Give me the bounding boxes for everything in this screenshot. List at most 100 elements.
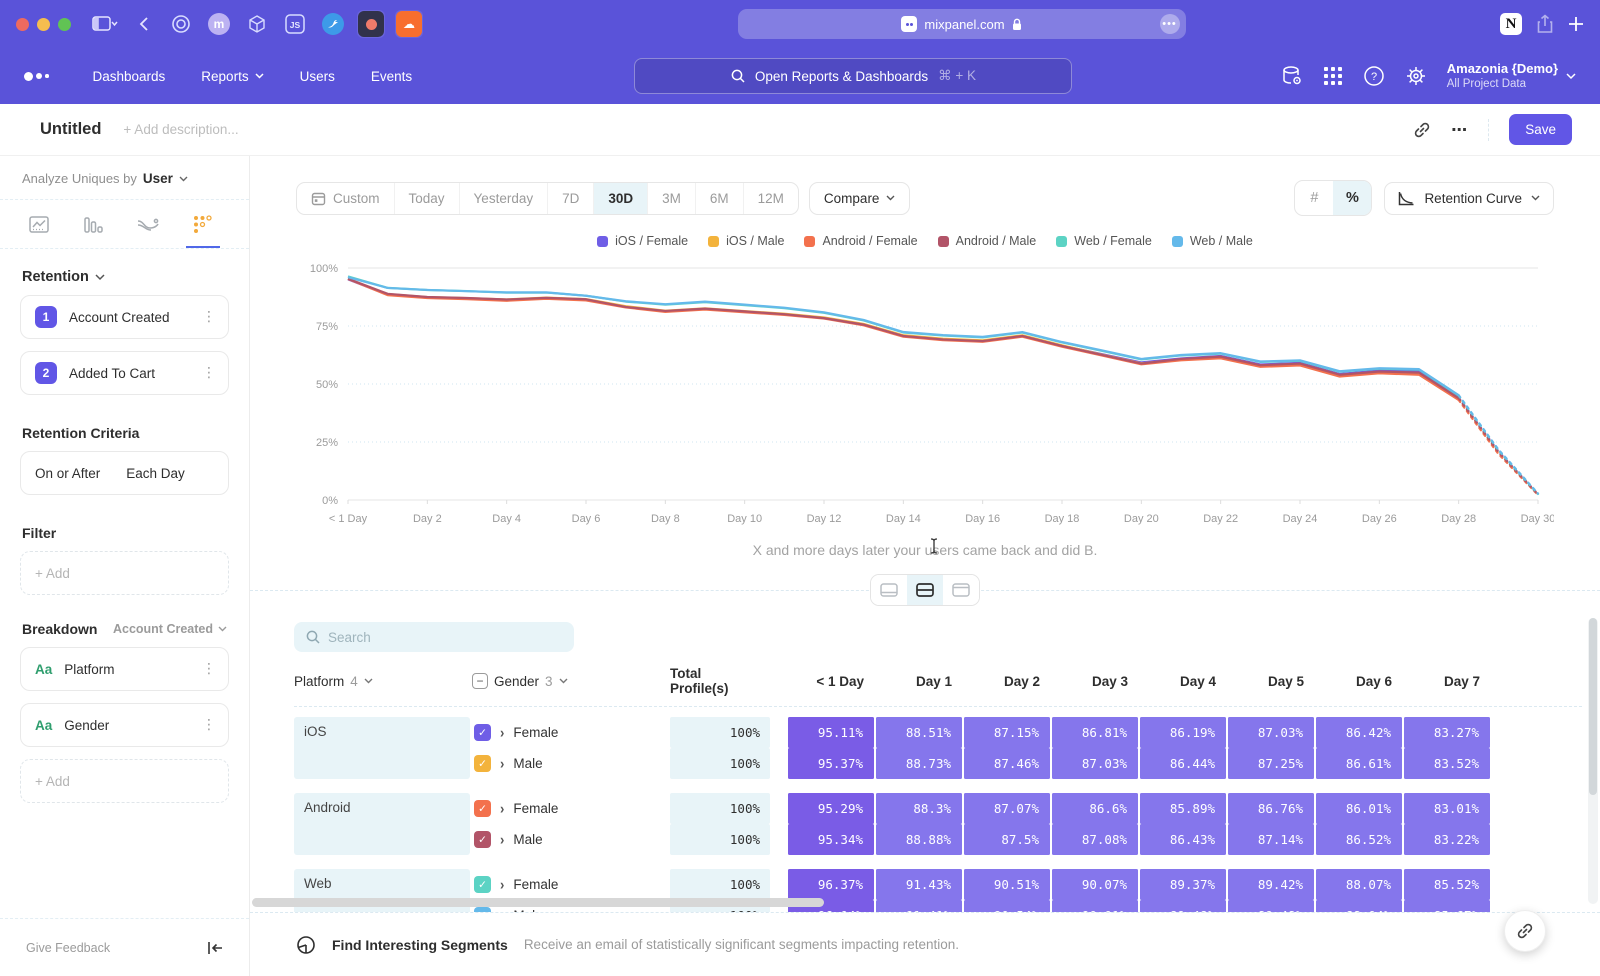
retention-value-cell[interactable]: 87.08% [1052, 824, 1138, 855]
retention-value-cell[interactable]: 86.61% [1316, 748, 1402, 779]
range-3m[interactable]: 3M [647, 183, 695, 214]
retention-value-cell[interactable]: 87.14% [1228, 824, 1314, 855]
horizontal-scrollbar[interactable] [252, 898, 824, 907]
address-bar[interactable]: mixpanel.com ••• [738, 9, 1186, 39]
step-menu-icon[interactable]: ⋮ [202, 370, 216, 376]
maximize-window-button[interactable] [58, 18, 71, 31]
retention-value-cell[interactable]: 87.03% [1052, 748, 1138, 779]
help-icon[interactable]: ? [1363, 65, 1385, 87]
retention-value-cell[interactable]: 89.42% [1228, 869, 1314, 900]
legend-item[interactable]: Android / Male [938, 234, 1037, 248]
column-header-day-2[interactable]: Day 2 [964, 674, 1050, 689]
close-window-button[interactable] [16, 18, 29, 31]
breakdown-menu-icon[interactable]: ⋮ [202, 722, 216, 728]
compare-button[interactable]: Compare [809, 182, 911, 215]
legend-item[interactable]: iOS / Male [708, 234, 784, 248]
gender-row-ios-female[interactable]: ✓›Female [472, 717, 668, 748]
give-feedback-link[interactable]: Give Feedback [26, 941, 110, 955]
retention-value-cell[interactable]: 90.07% [1052, 869, 1138, 900]
retention-value-cell[interactable]: 87.03% [1228, 717, 1314, 748]
retention-step-1[interactable]: 1 Account Created ⋮ [20, 295, 229, 339]
range-yesterday[interactable]: Yesterday [459, 183, 548, 214]
data-management-icon[interactable] [1281, 65, 1303, 87]
retention-value-cell[interactable]: 86.42% [1316, 717, 1402, 748]
vertical-scrollbar[interactable] [1588, 618, 1598, 904]
column-header-day-0[interactable]: < 1 Day [788, 674, 874, 689]
layout-chart-only-button[interactable] [871, 575, 907, 605]
retention-value-cell[interactable]: 95.11% [788, 717, 874, 748]
retention-value-cell[interactable]: 86.44% [1140, 748, 1226, 779]
expand-row-icon[interactable]: › [500, 755, 504, 772]
share-icon[interactable] [1536, 14, 1554, 34]
gender-row-web-female[interactable]: ✓›Female [472, 869, 668, 900]
legend-item[interactable]: iOS / Female [597, 234, 688, 248]
breakdown-event-selector[interactable]: Account Created [113, 622, 227, 636]
range-7d[interactable]: 7D [547, 183, 593, 214]
gender-row-android-male[interactable]: ✓›Male [472, 824, 668, 855]
segments-title[interactable]: Find Interesting Segments [332, 937, 508, 953]
nav-events[interactable]: Events [357, 61, 426, 92]
bird-extension-icon[interactable] [319, 10, 347, 38]
retention-chart[interactable]: 100%75%50%25%0%< 1 DayDay 2Day 4Day 6Day… [250, 250, 1600, 534]
retention-value-cell[interactable]: 95.37% [788, 748, 874, 779]
window-controls[interactable] [16, 18, 71, 31]
series-checkbox[interactable]: ✓ [474, 724, 491, 741]
retention-value-cell[interactable]: 83.01% [1404, 793, 1490, 824]
retention-value-cell[interactable]: 85.67% [1404, 900, 1490, 912]
expand-row-icon[interactable]: › [500, 831, 504, 848]
retention-value-cell[interactable]: 89.37% [1140, 869, 1226, 900]
retention-value-cell[interactable]: 83.52% [1404, 748, 1490, 779]
step-event-name[interactable]: Account Created [69, 310, 190, 325]
retention-section-header[interactable]: Retention [0, 249, 249, 295]
tab-retention[interactable] [186, 210, 220, 248]
legend-item[interactable]: Web / Male [1172, 234, 1253, 248]
retention-value-cell[interactable]: 88.88% [876, 824, 962, 855]
add-breakdown-button[interactable]: + Add [20, 759, 229, 803]
cube-extension-icon[interactable] [243, 10, 271, 38]
gender-row-android-female[interactable]: ✓›Female [472, 793, 668, 824]
tab-funnels[interactable] [76, 210, 110, 248]
breakdown-gender[interactable]: Aa Gender ⋮ [20, 703, 229, 747]
retention-value-cell[interactable]: 87.07% [964, 793, 1050, 824]
add-filter-button[interactable]: + Add [20, 551, 229, 595]
expand-row-icon[interactable]: › [500, 724, 504, 741]
retention-value-cell[interactable]: 86.52% [1316, 824, 1402, 855]
retention-value-cell[interactable]: 86.43% [1140, 824, 1226, 855]
retention-value-cell[interactable]: 90.54% [964, 900, 1050, 912]
retention-value-cell[interactable]: 88.04% [1316, 900, 1402, 912]
column-header-platform[interactable]: Platform4 [294, 674, 470, 689]
series-checkbox[interactable]: ✓ [474, 831, 491, 848]
nav-dashboards[interactable]: Dashboards [79, 61, 180, 92]
retention-value-cell[interactable]: 89.48% [1140, 900, 1226, 912]
layout-split-button[interactable] [907, 575, 943, 605]
step-event-name[interactable]: Added To Cart [69, 366, 190, 381]
table-search-input[interactable]: Search [294, 622, 574, 652]
retention-value-cell[interactable]: 88.07% [1316, 869, 1402, 900]
breakdown-property-name[interactable]: Gender [64, 718, 190, 733]
series-checkbox[interactable]: ✓ [474, 800, 491, 817]
column-header-day-1[interactable]: Day 1 [876, 674, 962, 689]
analyze-uniques-row[interactable]: Analyze Uniques by User [0, 156, 249, 200]
js-extension-icon[interactable]: JS [281, 10, 309, 38]
floating-share-button[interactable] [1504, 910, 1546, 952]
more-options-icon[interactable]: ⋯ [1451, 120, 1468, 140]
page-actions-icon[interactable]: ••• [1160, 14, 1180, 34]
column-header-gender[interactable]: −Gender3 [472, 673, 668, 689]
retention-value-cell[interactable]: 83.27% [1404, 717, 1490, 748]
retention-value-cell[interactable]: 91.41% [876, 900, 962, 912]
settings-gear-icon[interactable] [1405, 65, 1427, 87]
platform-cell[interactable]: iOS [294, 717, 470, 779]
soundcloud-extension-icon[interactable]: ☁ [395, 10, 423, 38]
series-checkbox[interactable]: ✓ [474, 876, 491, 893]
retention-value-cell[interactable]: 86.19% [1140, 717, 1226, 748]
back-button[interactable] [129, 10, 157, 38]
column-header-day-6[interactable]: Day 6 [1316, 674, 1402, 689]
save-button[interactable]: Save [1509, 114, 1572, 145]
retention-step-2[interactable]: 2 Added To Cart ⋮ [20, 351, 229, 395]
expand-row-icon[interactable]: › [500, 876, 504, 893]
column-header-day-3[interactable]: Day 3 [1052, 674, 1138, 689]
target-extension-icon[interactable] [167, 10, 195, 38]
nav-users[interactable]: Users [286, 61, 349, 92]
column-header-day-4[interactable]: Day 4 [1140, 674, 1226, 689]
recorder-extension-icon[interactable] [357, 10, 385, 38]
